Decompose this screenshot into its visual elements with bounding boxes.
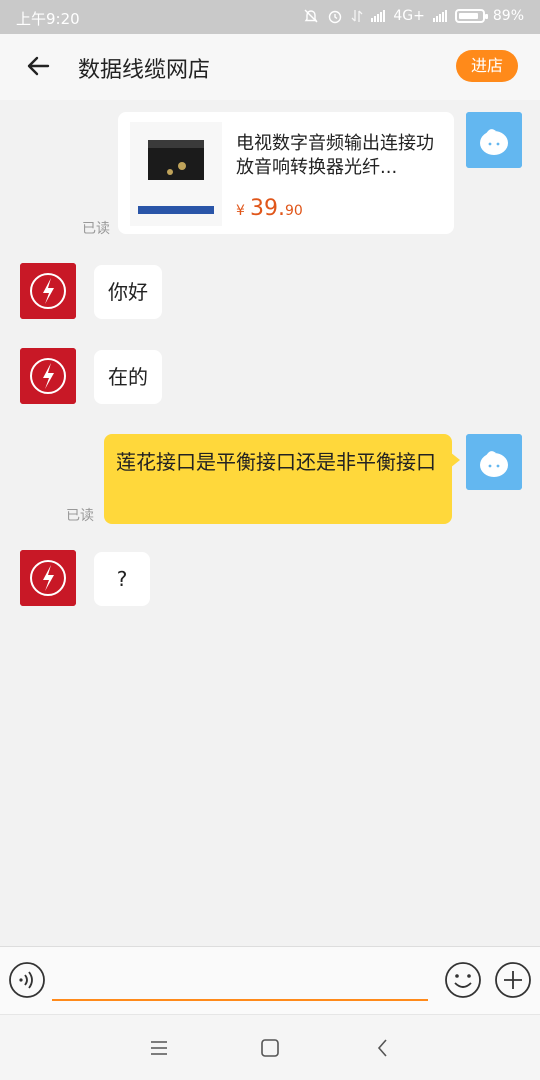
user-avatar[interactable]	[466, 112, 522, 168]
message-bubble: 你好	[94, 265, 162, 319]
page-title: 数据线缆网店	[78, 58, 211, 83]
battery-percent: 89%	[492, 8, 524, 24]
read-receipt: 已读	[66, 508, 94, 524]
alarm-icon	[329, 10, 342, 24]
user-avatar[interactable]	[466, 434, 522, 490]
price-currency: ¥	[236, 203, 245, 219]
input-bar	[0, 946, 540, 1014]
enter-shop-button[interactable]: 进店	[456, 50, 518, 82]
plus-icon[interactable]	[494, 961, 532, 999]
battery-icon	[454, 9, 488, 23]
system-nav-bar	[0, 1014, 540, 1080]
shop-avatar[interactable]	[20, 263, 76, 319]
signal-icon	[371, 10, 386, 22]
message-input[interactable]	[52, 961, 428, 1001]
arrow-left-icon[interactable]	[22, 50, 54, 82]
voice-icon[interactable]	[8, 961, 46, 999]
product-image	[130, 122, 222, 226]
message-bubble-outgoing: 莲花接口是平衡接口还是非平衡接口	[104, 434, 452, 524]
message-bubble: ?	[94, 552, 150, 606]
bubble-tail	[450, 452, 460, 468]
price-decimal: 90	[285, 203, 303, 219]
mute-icon	[304, 9, 318, 23]
product-card[interactable]: 电视数字音频输出连接功放音响转换器光纤... ¥ 39.90	[118, 112, 454, 234]
back-nav-icon[interactable]	[372, 1037, 394, 1059]
shop-avatar[interactable]	[20, 348, 76, 404]
network-type: 4G+	[393, 8, 425, 24]
read-receipt: 已读	[82, 221, 110, 237]
menu-icon[interactable]	[148, 1037, 170, 1059]
message-bubble: 在的	[94, 350, 162, 404]
product-price: ¥ 39.90	[236, 196, 303, 221]
signal-icon-2	[432, 10, 447, 22]
shop-avatar[interactable]	[20, 550, 76, 606]
status-bar: 上午9:20 4G+ 89%	[0, 0, 540, 34]
price-integer: 39.	[250, 196, 286, 221]
status-icons: 4G+ 89%	[303, 8, 524, 24]
data-transfer-icon	[351, 10, 363, 22]
home-icon[interactable]	[259, 1037, 281, 1059]
product-name: 电视数字音频输出连接功放音响转换器光纤...	[236, 133, 434, 178]
status-time: 上午9:20	[16, 10, 80, 28]
emoji-icon[interactable]	[444, 961, 482, 999]
chat-header: 数据线缆网店 进店	[0, 34, 540, 100]
